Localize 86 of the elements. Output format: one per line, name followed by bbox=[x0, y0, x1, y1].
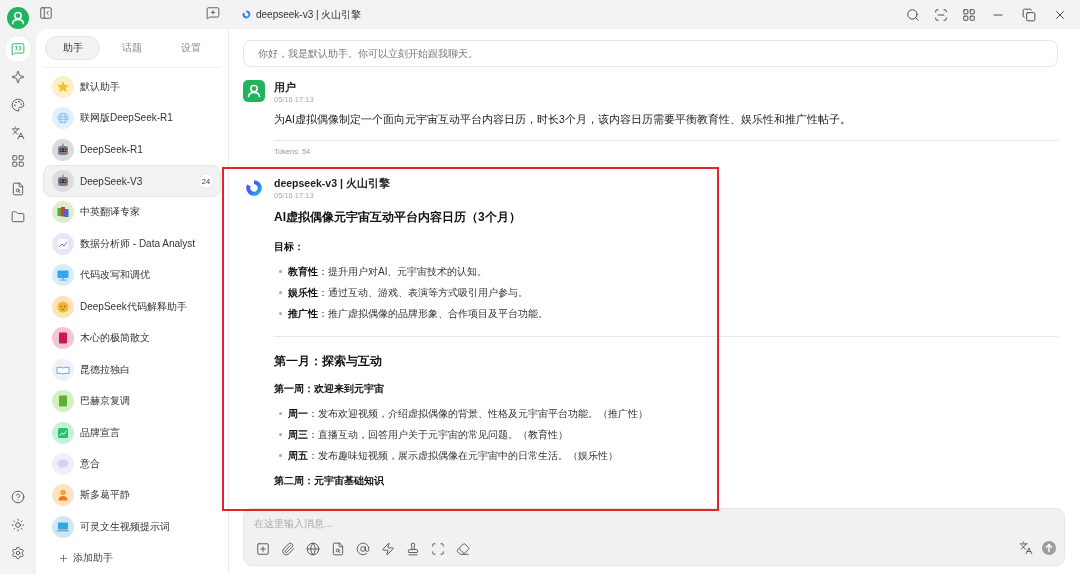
translate-icon[interactable] bbox=[11, 126, 25, 140]
file-search-icon[interactable] bbox=[11, 182, 25, 196]
assistant-item[interactable]: 品牌宣言 bbox=[43, 416, 221, 449]
laptop-icon bbox=[52, 515, 74, 538]
assistant-item[interactable]: 斯多葛平静 bbox=[43, 479, 221, 512]
sidebar-toggle-icon[interactable] bbox=[39, 6, 53, 20]
monitor-icon bbox=[52, 264, 74, 287]
profile-avatar-icon[interactable] bbox=[7, 7, 29, 29]
send-icon[interactable] bbox=[1042, 540, 1056, 555]
plus-icon bbox=[58, 552, 69, 564]
paperclip-icon[interactable] bbox=[281, 542, 295, 556]
author-name: 用户 bbox=[274, 80, 296, 94]
list-item: 教育性：提升用户对AI、元宇宙技术的认知。 bbox=[288, 265, 488, 279]
message-text: 为AI虚拟偶像制定一个面向元宇宙互动平台内容日历，时长3个月，该内容日历需要平衡教育性、娱乐性和推广性帖子。 bbox=[274, 112, 851, 127]
subsection-heading: 目标： bbox=[274, 240, 304, 254]
bullet-icon bbox=[279, 291, 282, 294]
bullet-icon bbox=[279, 270, 282, 273]
sparkle-icon[interactable] bbox=[11, 70, 25, 84]
assistant-item[interactable]: 昆德拉独白 bbox=[43, 353, 221, 386]
sidebar-tab[interactable]: 设置 bbox=[163, 36, 219, 60]
assistant-item[interactable]: 数据分析师 - Data Analyst bbox=[43, 228, 221, 260]
list-item: 推广性：推广虚拟偶像的品牌形象、合作项目及平台功能。 bbox=[288, 307, 548, 321]
assistant-item[interactable]: DeepSeek-R1 bbox=[43, 133, 221, 166]
search-icon[interactable] bbox=[906, 7, 920, 22]
response-title: AI虚拟偶像元宇宙互动平台内容日历（3个月） bbox=[274, 209, 521, 226]
bullet-icon bbox=[279, 432, 282, 436]
book-icon bbox=[52, 327, 74, 350]
help-icon[interactable] bbox=[11, 490, 25, 504]
assistant-item[interactable]: 默认助手 bbox=[43, 71, 221, 103]
square-plus-icon[interactable] bbox=[256, 542, 270, 556]
chat-icon[interactable] bbox=[11, 42, 25, 56]
welcome-message: 你好，我是默认助手。你可以立刻开始跟我聊天。 bbox=[243, 40, 1058, 67]
subsection-heading: 第二周：元宇宙基础知识 bbox=[274, 474, 384, 488]
file-search-icon[interactable] bbox=[331, 542, 345, 556]
speech-bubble-icon bbox=[52, 452, 74, 475]
grid-icon[interactable] bbox=[962, 7, 976, 22]
list-item: 周五：发布趣味短视频，展示虚拟偶像在元宇宙中的日常生活。（娱乐性） bbox=[288, 448, 618, 463]
logo-icon bbox=[242, 9, 251, 20]
chart-icon bbox=[52, 421, 74, 444]
logo-icon bbox=[245, 178, 263, 198]
restore-icon[interactable] bbox=[1022, 7, 1036, 22]
robot-icon bbox=[52, 138, 74, 161]
list-item: 周三：直播互动，回答用户关于元宇宙的常见问题。（教育性） bbox=[288, 427, 568, 442]
open-book-icon bbox=[52, 358, 74, 381]
section-heading: 第一月：探索与互动 bbox=[274, 352, 382, 370]
scan-line-icon[interactable] bbox=[934, 7, 948, 22]
assistant-item[interactable]: 中英翻译专家 bbox=[43, 196, 221, 229]
bullet-icon bbox=[279, 453, 282, 457]
globe-icon[interactable] bbox=[306, 542, 320, 556]
stamp-icon[interactable] bbox=[406, 542, 420, 556]
sun-icon[interactable] bbox=[11, 518, 25, 532]
user-avatar-icon bbox=[243, 80, 265, 102]
chart-icon bbox=[52, 232, 74, 255]
list-item: 周一：发布欢迎视频，介绍虚拟偶像的背景、性格及元宇宙平台功能。（推广性） bbox=[288, 406, 648, 421]
assistant-item[interactable]: 巴赫京复调 bbox=[43, 385, 221, 417]
fullscreen-icon[interactable] bbox=[431, 542, 445, 556]
add-assistant-button[interactable]: 添加助手 bbox=[43, 542, 221, 574]
translate-icon[interactable] bbox=[1019, 540, 1033, 555]
bullet-icon bbox=[279, 411, 282, 415]
globe-icon bbox=[52, 107, 74, 130]
list-item: 娱乐性：通过互动、游戏、表演等方式吸引用户参与。 bbox=[288, 286, 528, 300]
books-icon bbox=[52, 201, 74, 224]
assistant-item[interactable]: 意合 bbox=[43, 448, 221, 480]
grid-icon[interactable] bbox=[11, 154, 25, 168]
eraser-icon[interactable] bbox=[456, 542, 470, 556]
assistant-item[interactable]: DeepSeek代码解释助手 bbox=[43, 291, 221, 323]
assistant-item[interactable]: 代码改写和调优 bbox=[43, 259, 221, 292]
assistant-item[interactable]: 联网版DeepSeek-R1 bbox=[43, 102, 221, 134]
new-chat-icon[interactable] bbox=[206, 6, 220, 20]
palette-icon[interactable] bbox=[11, 98, 25, 112]
lightning-icon[interactable] bbox=[381, 542, 395, 556]
subsection-heading: 第一周：欢迎来到元宇宙 bbox=[274, 381, 384, 396]
assistant-item[interactable]: 可灵文生视频提示词 bbox=[43, 511, 221, 543]
bullet-icon bbox=[279, 312, 282, 315]
at-sign-icon[interactable] bbox=[356, 542, 370, 556]
person-icon bbox=[52, 484, 74, 507]
author-name: deepseek-v3 | 火山引擎 bbox=[274, 176, 390, 190]
folder-icon[interactable] bbox=[11, 210, 25, 224]
robot-icon bbox=[52, 170, 74, 193]
settings-icon[interactable] bbox=[11, 546, 25, 560]
sidebar-tab[interactable]: 话题 bbox=[104, 36, 160, 60]
window-title: deepseek-v3 | 火山引擎 bbox=[256, 7, 362, 22]
face-icon bbox=[52, 295, 74, 318]
sidebar-tab[interactable]: 助手 bbox=[45, 36, 101, 60]
book-icon bbox=[52, 390, 74, 413]
assistant-item[interactable]: 木心的极简散文 bbox=[43, 322, 221, 354]
